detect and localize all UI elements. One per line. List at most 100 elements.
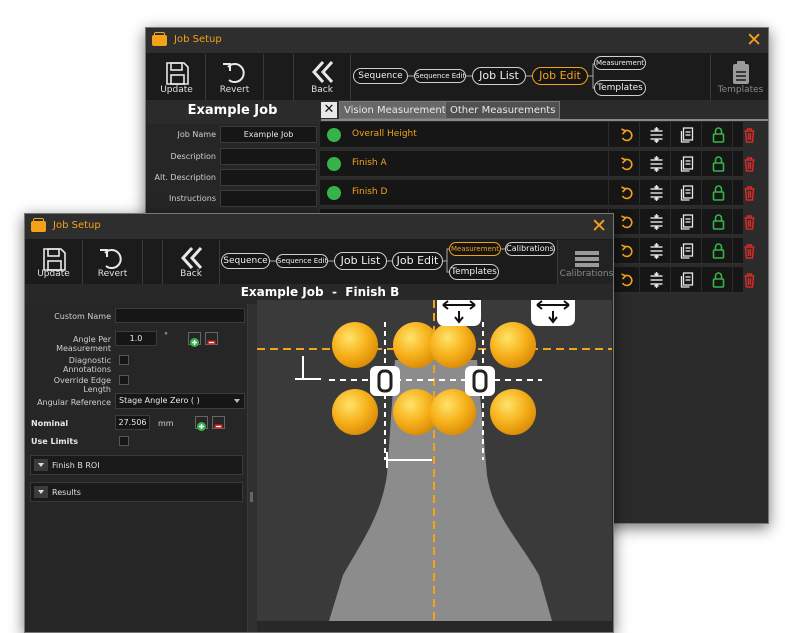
tab-underline <box>321 119 768 121</box>
lock-button[interactable] <box>701 151 734 177</box>
templates-button[interactable]: Templates <box>710 54 768 100</box>
close-icon[interactable]: ✕ <box>591 215 607 237</box>
camera-view[interactable] <box>257 300 612 621</box>
copy-button[interactable] <box>670 151 703 177</box>
breadcrumb-job-edit[interactable]: Job Edit <box>392 252 443 270</box>
delete-button[interactable] <box>732 238 765 264</box>
breadcrumb-calibrations[interactable]: Calibrations <box>505 242 555 256</box>
breadcrumb-sequence[interactable]: Sequence <box>221 253 270 269</box>
briefcase-icon <box>31 218 46 232</box>
breadcrumb-measurement[interactable]: Measurement <box>594 56 646 70</box>
custom-name-field[interactable] <box>115 308 245 323</box>
page-title: Example Job - Finish B <box>240 285 400 299</box>
lock-button[interactable] <box>701 238 734 264</box>
status-indicator <box>327 128 341 142</box>
alt-description-label: Alt. Description <box>154 173 216 182</box>
override-edge-length-label: Override Edge Length <box>53 376 111 394</box>
lock-button[interactable] <box>701 122 734 148</box>
lock-button[interactable] <box>701 267 734 293</box>
breadcrumb-job-list[interactable]: Job List <box>334 252 387 270</box>
section-results[interactable]: Results <box>30 482 243 502</box>
tab-other-measurements[interactable]: Other Measurements <box>445 101 561 119</box>
lock-icon <box>712 272 725 288</box>
copy-button[interactable] <box>670 267 703 293</box>
lock-icon <box>712 185 725 201</box>
description-label: Description <box>170 152 216 161</box>
add-nominal-button[interactable] <box>195 416 208 431</box>
delete-icon <box>744 157 755 172</box>
nominal-field[interactable]: 27.506 <box>115 415 150 430</box>
copy-button[interactable] <box>670 122 703 148</box>
breadcrumb-templates[interactable]: Templates <box>594 80 646 96</box>
breadcrumb-sequence[interactable]: Sequence <box>353 68 408 84</box>
instructions-field[interactable] <box>220 190 317 207</box>
title-bar: Job Setup ✕ <box>25 214 613 240</box>
delete-button[interactable] <box>732 122 765 148</box>
remove-nominal-button[interactable] <box>212 416 225 429</box>
angle-per-measurement-field[interactable]: 1.0 <box>115 331 157 346</box>
description-field[interactable] <box>220 148 317 165</box>
degree-unit: ° <box>164 331 168 340</box>
angular-reference-select[interactable]: Stage Angle Zero ( ) <box>115 393 245 409</box>
splitter-grip <box>250 492 253 502</box>
reset-icon <box>621 157 633 171</box>
panel-splitter[interactable] <box>247 304 257 632</box>
diagnostic-annotations-label: Diagnostic Annotations <box>62 356 111 374</box>
close-icon[interactable]: ✕ <box>746 29 762 51</box>
measurement-row[interactable]: Finish D <box>320 180 755 206</box>
delete-button[interactable] <box>732 209 765 235</box>
copy-icon <box>680 127 694 143</box>
measurement-name: Finish D <box>352 187 388 197</box>
use-limits-checkbox[interactable] <box>119 436 129 446</box>
copy-icon <box>680 214 694 230</box>
add-button[interactable] <box>188 332 201 347</box>
delete-button[interactable] <box>732 267 765 293</box>
section-finish-b-roi[interactable]: Finish B ROI <box>30 455 243 475</box>
override-edge-length-checkbox[interactable] <box>119 375 129 385</box>
measurement-row[interactable]: Finish A <box>320 151 755 177</box>
align-button[interactable] <box>639 180 672 206</box>
align-button[interactable] <box>639 151 672 177</box>
alt-description-field[interactable] <box>220 169 317 186</box>
job-name-field[interactable]: Example Job <box>220 126 317 143</box>
measurement-name: Finish A <box>352 158 387 168</box>
minus-icon <box>214 424 223 429</box>
reset-button[interactable] <box>608 151 641 177</box>
align-button[interactable] <box>639 238 672 264</box>
briefcase-icon <box>152 32 167 46</box>
section-label: Finish B ROI <box>52 461 100 470</box>
expand-icon <box>34 485 48 498</box>
reset-button[interactable] <box>608 122 641 148</box>
breadcrumb-sequence-edit[interactable]: Sequence Edit <box>276 254 328 268</box>
angular-reference-label: Angular Reference <box>37 398 111 407</box>
diagnostic-annotations-checkbox[interactable] <box>119 355 129 365</box>
copy-button[interactable] <box>670 238 703 264</box>
measurement-row[interactable]: Overall Height <box>320 122 755 148</box>
align-icon <box>650 185 663 201</box>
tab-vision-measurements[interactable]: Vision Measurements <box>339 101 456 119</box>
align-button[interactable] <box>639 209 672 235</box>
status-indicator <box>327 186 341 200</box>
lock-button[interactable] <box>701 180 734 206</box>
copy-button[interactable] <box>670 209 703 235</box>
align-button[interactable] <box>639 122 672 148</box>
reset-button[interactable] <box>608 180 641 206</box>
breadcrumb-job-list[interactable]: Job List <box>472 67 526 85</box>
breadcrumb-job-edit[interactable]: Job Edit <box>532 67 588 85</box>
delete-button[interactable] <box>732 180 765 206</box>
delete-icon <box>744 273 755 288</box>
align-icon <box>650 214 663 230</box>
lock-button[interactable] <box>701 209 734 235</box>
close-tab-icon[interactable]: ✕ <box>321 102 337 118</box>
delete-button[interactable] <box>732 151 765 177</box>
breadcrumb-templates[interactable]: Templates <box>449 264 499 280</box>
expand-icon <box>34 458 48 471</box>
copy-button[interactable] <box>670 180 703 206</box>
align-button[interactable] <box>639 267 672 293</box>
measurement-tabs: ✕ Vision Measurements Other Measurements <box>321 101 768 121</box>
calibrations-button[interactable]: Calibrations <box>557 240 613 284</box>
breadcrumb-sequence-edit[interactable]: Sequence Edit <box>414 69 466 83</box>
breadcrumb-measurement[interactable]: Measurement <box>449 242 501 256</box>
minus-icon <box>207 340 216 345</box>
remove-button[interactable] <box>205 332 218 345</box>
